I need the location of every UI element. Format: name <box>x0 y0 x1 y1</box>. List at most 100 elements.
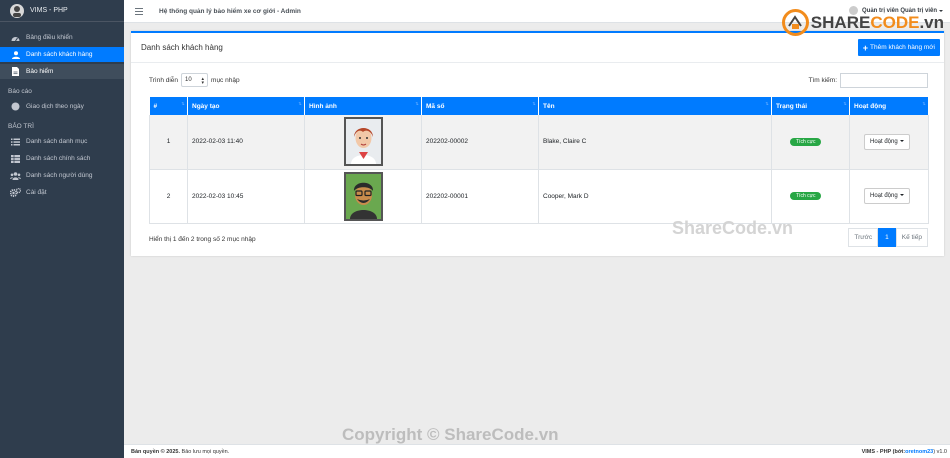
status-badge: Tích cực <box>790 192 822 200</box>
sidebar-item-dashboard[interactable]: Bảng điều khiển <box>0 30 124 45</box>
brand[interactable]: VIMS - PHP <box>0 0 124 22</box>
action-dropdown-button[interactable]: Hoạt động <box>864 188 910 204</box>
sidebar-item-label: Danh sách chính sách <box>26 155 91 162</box>
table-header-row: # ↑↓ Ngày tạo ↑↓ Hình ảnh ↑↓ Mã số ↑↓ Tên ↑↓ … <box>149 97 929 115</box>
sidebar: VIMS - PHP Bảng điều khiển Danh sách khá… <box>0 0 124 458</box>
cell-action: Hoạt động <box>849 115 929 170</box>
footer: Bản quyền © 2025. Bảo lưu mọi quyền. VIM… <box>124 444 950 458</box>
menu-toggle-icon[interactable] <box>135 7 143 15</box>
cell-status: Tích cực <box>771 169 850 224</box>
sidebar-item-daily-transactions[interactable]: Giao dịch theo ngày <box>0 99 124 114</box>
sidebar-header-maintenance: BẢO TRÌ <box>8 123 34 130</box>
column-header[interactable]: Tên ↑↓ <box>538 97 772 115</box>
cell-number: 1 <box>149 115 188 170</box>
sidebar-item-users[interactable]: Danh sách người dùng <box>0 168 124 183</box>
author-link[interactable]: oretnom23 <box>905 449 933 455</box>
sidebar-item-label: Danh sách người dùng <box>26 172 93 179</box>
sidebar-item-label: Bảo hiểm <box>26 68 54 75</box>
sort-icon: ↑↓ <box>765 101 769 107</box>
search-control: Tìm kiếm: <box>808 73 928 88</box>
chevron-down-icon <box>899 140 904 143</box>
cell-number: 2 <box>149 169 188 224</box>
sidebar-item-label: Giao dịch theo ngày <box>26 103 84 110</box>
customer-avatar <box>343 117 383 167</box>
action-dropdown-button[interactable]: Hoạt động <box>864 133 910 150</box>
customer-table: # ↑↓ Ngày tạo ↑↓ Hình ảnh ↑↓ Mã số ↑↓ Tên ↑↓ … <box>149 97 929 224</box>
select-arrows-icon: ▴ ▾ <box>201 76 205 86</box>
search-label: Tìm kiếm: <box>808 77 837 84</box>
sort-icon: ↑↓ <box>181 101 185 107</box>
cell-code: 202202-00002 <box>421 115 539 170</box>
cell-action: Hoạt động <box>849 169 929 224</box>
plus-icon: + <box>862 42 869 53</box>
table-info: Hiển thị 1 đến 2 trong số 2 mục nhập <box>149 236 256 243</box>
cell-name: Blake, Claire C <box>538 115 772 170</box>
sharecode-logo-icon <box>781 9 809 36</box>
search-input[interactable] <box>840 73 928 88</box>
sort-icon: ↑↓ <box>298 101 302 107</box>
list-icon <box>10 137 21 146</box>
add-customer-button[interactable]: + Thêm khách hàng mới <box>857 39 940 56</box>
column-header[interactable]: Hình ảnh ↑↓ <box>304 97 422 115</box>
column-header[interactable]: Ngày tạo ↑↓ <box>187 97 305 115</box>
user-icon <box>10 50 21 59</box>
sidebar-item-label: Danh sách khách hàng <box>26 51 93 58</box>
cell-name: Cooper, Mark D <box>538 169 772 224</box>
cell-date: 2022-02-03 11:40 <box>187 115 305 170</box>
length-suffix: mục nhập <box>211 76 240 84</box>
length-value: 10 <box>185 77 192 83</box>
length-control: Trình diễn 10 ▴ ▾ mục nhập <box>149 73 240 87</box>
app-title: Hệ thống quản lý bảo hiểm xe cơ giới - A… <box>159 7 301 15</box>
table-icon <box>10 154 21 163</box>
cell-code: 202202-00001 <box>421 169 539 224</box>
customer-list-card: Danh sách khách hàng + Thêm khách hàng m… <box>131 31 944 256</box>
status-badge: Tích cực <box>790 137 822 146</box>
sidebar-item-label: Danh sách danh mục <box>26 138 88 145</box>
brand-name: VIMS - PHP <box>30 7 68 14</box>
users-icon <box>10 171 21 180</box>
card-title: Danh sách khách hàng <box>141 43 223 52</box>
sort-icon: ↑↓ <box>843 101 847 107</box>
circle-icon <box>10 102 21 111</box>
sidebar-header-report: Báo cáo <box>8 88 32 95</box>
table-row: 1 2022-02-03 11:40 202202-00002 Blake, C… <box>149 115 929 170</box>
pagination-page[interactable]: 1 <box>878 228 896 247</box>
sort-icon: ↑↓ <box>532 101 536 107</box>
cell-status: Tích cực <box>771 115 850 170</box>
gears-icon <box>10 188 21 197</box>
pagination-prev[interactable]: Trước <box>848 228 879 247</box>
length-select[interactable]: 10 ▴ ▾ <box>181 73 209 87</box>
table-row: 2 2022-02-03 10:45 202202-00001 Cooper, … <box>149 169 929 224</box>
pagination: Trước 1 Kế tiếp <box>848 228 928 247</box>
column-header[interactable]: Hoạt động ↑↓ <box>849 97 929 115</box>
add-customer-label: Thêm khách hàng mới <box>870 44 935 51</box>
column-header[interactable]: # ↑↓ <box>149 97 188 115</box>
watermark-logo-text: SHARECODE.vn <box>810 12 944 32</box>
watermark-logo: SHARECODE.vn <box>781 9 944 36</box>
sidebar-item-customers[interactable]: Danh sách khách hàng <box>0 47 124 62</box>
file-icon <box>10 67 21 76</box>
column-header[interactable]: Trạng thái ↑↓ <box>771 97 850 115</box>
column-header[interactable]: Mã số ↑↓ <box>421 97 539 115</box>
sidebar-item-insurance[interactable]: Bảo hiểm <box>0 64 124 79</box>
sidebar-item-settings[interactable]: Cài đặt <box>0 185 124 200</box>
customer-avatar <box>343 171 383 221</box>
watermark-center: ShareCode.vn <box>672 218 794 238</box>
sidebar-item-label: Cài đặt <box>26 189 47 196</box>
cell-image <box>304 115 422 170</box>
footer-version: VIMS - PHP (bởi:oretnom23) v1.0 <box>861 448 947 455</box>
brand-logo-icon <box>10 3 24 18</box>
watermark-bottom: Copyright © ShareCode.vn <box>342 425 559 444</box>
cell-date: 2022-02-03 10:45 <box>187 169 305 224</box>
sidebar-item-label: Bảng điều khiển <box>26 34 73 41</box>
length-prefix: Trình diễn <box>149 76 179 84</box>
sidebar-item-policies[interactable]: Danh sách chính sách <box>0 151 124 166</box>
dashboard-icon <box>10 33 21 42</box>
cell-image <box>304 169 422 224</box>
pagination-next[interactable]: Kế tiếp <box>895 228 928 247</box>
sidebar-nav: Bảng điều khiển Danh sách khách hàng Bảo… <box>0 22 124 200</box>
card-header: Danh sách khách hàng + Thêm khách hàng m… <box>131 33 944 63</box>
sidebar-item-categories[interactable]: Danh sách danh mục <box>0 134 124 149</box>
chevron-down-icon <box>899 194 904 197</box>
sort-icon: ↑↓ <box>415 101 419 107</box>
